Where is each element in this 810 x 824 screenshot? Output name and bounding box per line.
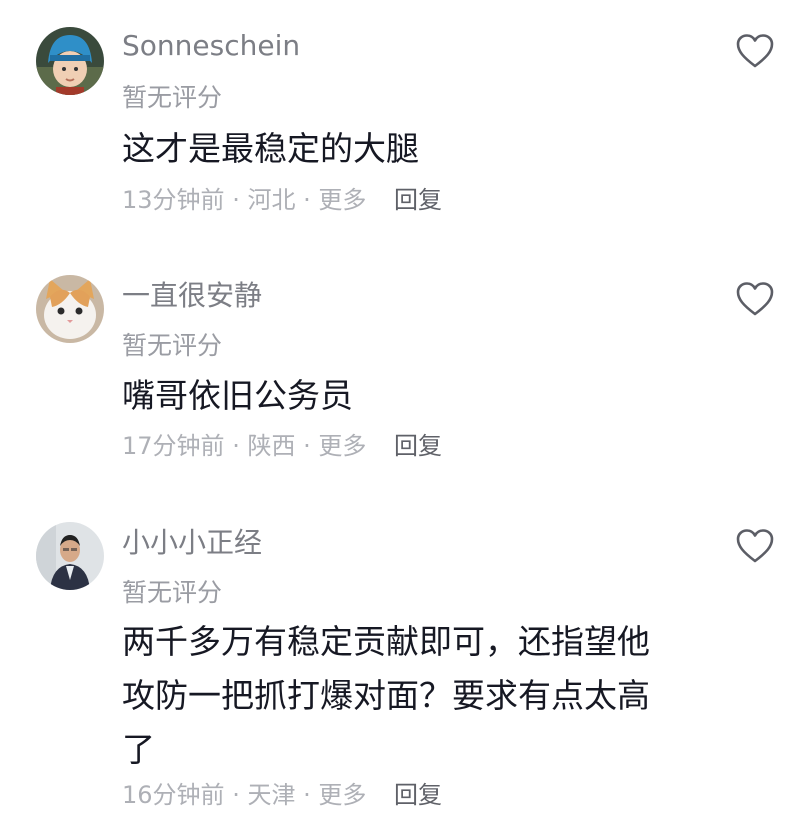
more-button[interactable]: 更多	[318, 781, 366, 809]
user-avatar[interactable]	[36, 27, 104, 95]
separator-dot: ·	[303, 432, 319, 460]
timestamp: 17分钟前	[122, 432, 225, 460]
more-button[interactable]: 更多	[318, 186, 366, 214]
location: 河北	[247, 186, 296, 214]
user-avatar[interactable]	[36, 522, 104, 590]
rating-label: 暂无评分	[122, 331, 223, 360]
location: 陕西	[247, 432, 296, 460]
separator-dot: ·	[232, 186, 248, 214]
username[interactable]: Sonneschein	[122, 32, 300, 60]
location: 天津	[247, 781, 296, 809]
rating-label: 暂无评分	[122, 578, 223, 607]
comment-text: 两千多万有稳定贡献即可，还指望他 攻防一把抓打爆对面？要求有点太高 了	[122, 622, 650, 769]
heart-outline-icon[interactable]	[735, 528, 775, 564]
comment-text: 这才是最稳定的大腿	[122, 129, 419, 168]
separator-dot: ·	[232, 781, 248, 809]
reply-button[interactable]: 回复	[394, 432, 442, 460]
rating-label: 暂无评分	[122, 83, 223, 112]
user-avatar[interactable]	[36, 275, 104, 343]
timestamp: 13分钟前	[122, 186, 225, 214]
username[interactable]: 小小小正经	[122, 529, 262, 557]
timestamp: 16分钟前	[122, 781, 225, 809]
separator-dot: ·	[303, 781, 319, 809]
username[interactable]: 一直很安静	[122, 282, 262, 310]
comment-meta: 17分钟前 · 陕西 · 更多 回复	[122, 434, 442, 458]
reply-button[interactable]: 回复	[394, 781, 442, 809]
comment-meta: 13分钟前 · 河北 · 更多 回复	[122, 188, 442, 212]
comment-text: 嘴哥依旧公务员	[122, 376, 353, 415]
separator-dot: ·	[303, 186, 319, 214]
comment-meta: 16分钟前 · 天津 · 更多 回复	[122, 783, 442, 807]
separator-dot: ·	[232, 432, 248, 460]
heart-outline-icon[interactable]	[735, 33, 775, 69]
heart-outline-icon[interactable]	[735, 281, 775, 317]
reply-button[interactable]: 回复	[394, 186, 442, 214]
more-button[interactable]: 更多	[318, 432, 366, 460]
